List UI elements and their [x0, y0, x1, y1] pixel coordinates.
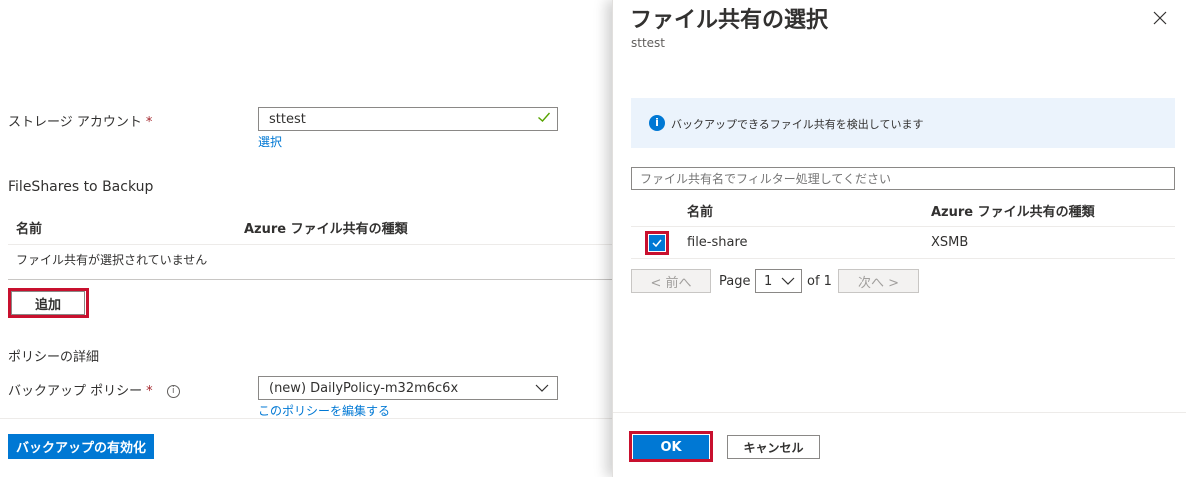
add-button[interactable]: 追加 — [11, 291, 85, 315]
required-mark: * — [146, 384, 153, 399]
panel-subtitle: sttest — [631, 36, 666, 50]
policy-label-text: バックアップ ポリシー — [8, 384, 143, 399]
storage-account-value: sttest — [269, 111, 306, 127]
panel-table-bottom-divider — [631, 258, 1175, 259]
col-type-header: Azure ファイル共有の種類 — [244, 222, 408, 237]
page-select[interactable]: 1 — [755, 269, 802, 293]
policy-heading: ポリシーの詳細 — [8, 350, 100, 365]
select-fileshare-panel: ファイル共有の選択 sttest i バックアップできるファイル共有を検出してい… — [612, 0, 1186, 477]
info-icon: i — [649, 115, 665, 131]
policy-label: バックアップ ポリシー * i — [8, 380, 180, 399]
info-message: バックアップできるファイル共有を検出しています — [671, 118, 924, 131]
info-banner: i バックアップできるファイル共有を検出しています — [631, 98, 1175, 148]
storage-account-label: ストレージ アカウント * — [8, 111, 152, 130]
valid-check-icon — [537, 110, 551, 128]
next-page-button[interactable]: 次へ > — [838, 269, 919, 293]
col-name-header: 名前 — [16, 222, 43, 237]
ok-button-label: OK — [660, 439, 682, 455]
empty-message: ファイル共有が選択されていません — [16, 253, 208, 267]
enable-backup-label: バックアップの有効化 — [15, 441, 146, 456]
cancel-button[interactable]: キャンセル — [727, 435, 820, 459]
policy-select[interactable]: (new) DailyPolicy-m32m6c6x — [258, 376, 558, 400]
add-button-label: 追加 — [34, 297, 61, 313]
panel-title: ファイル共有の選択 — [630, 8, 829, 33]
fileshares-heading: FileShares to Backup — [8, 179, 154, 195]
of-pages-label: of 1 — [807, 274, 832, 289]
enable-backup-button[interactable]: バックアップの有効化 — [8, 434, 154, 459]
select-storage-link[interactable]: 選択 — [258, 133, 282, 150]
edit-policy-link[interactable]: このポリシーを編集する — [258, 402, 390, 419]
policy-value: (new) DailyPolicy-m32m6c6x — [269, 380, 459, 396]
row-type: XSMB — [931, 235, 969, 250]
close-icon[interactable] — [1153, 10, 1167, 29]
prev-page-button[interactable]: < 前へ — [631, 269, 711, 293]
page-value: 1 — [764, 273, 773, 289]
panel-col-name-header: 名前 — [687, 205, 714, 220]
storage-account-label-text: ストレージ アカウント — [8, 115, 142, 130]
cancel-button-label: キャンセル — [743, 440, 804, 455]
table-divider — [8, 244, 612, 245]
ok-button[interactable]: OK — [633, 435, 709, 459]
row-name: file-share — [687, 235, 748, 250]
table-row[interactable]: file-share XSMB — [631, 227, 1175, 258]
chevron-down-icon — [781, 275, 795, 291]
storage-account-field[interactable]: sttest — [258, 107, 558, 131]
filter-input[interactable] — [631, 167, 1175, 190]
panel-col-type-header: Azure ファイル共有の種類 — [931, 205, 1095, 220]
footer-divider — [0, 418, 612, 419]
table-bottom-divider — [8, 279, 612, 280]
required-mark: * — [145, 115, 153, 130]
chevron-down-icon — [535, 382, 549, 398]
panel-footer-divider — [613, 412, 1186, 413]
backup-config-form: ストレージ アカウント * sttest 選択 FileShares to Bac… — [0, 0, 612, 477]
page-label: Page — [719, 274, 751, 289]
checkbox-highlight — [645, 231, 669, 255]
info-icon[interactable]: i — [166, 385, 180, 398]
